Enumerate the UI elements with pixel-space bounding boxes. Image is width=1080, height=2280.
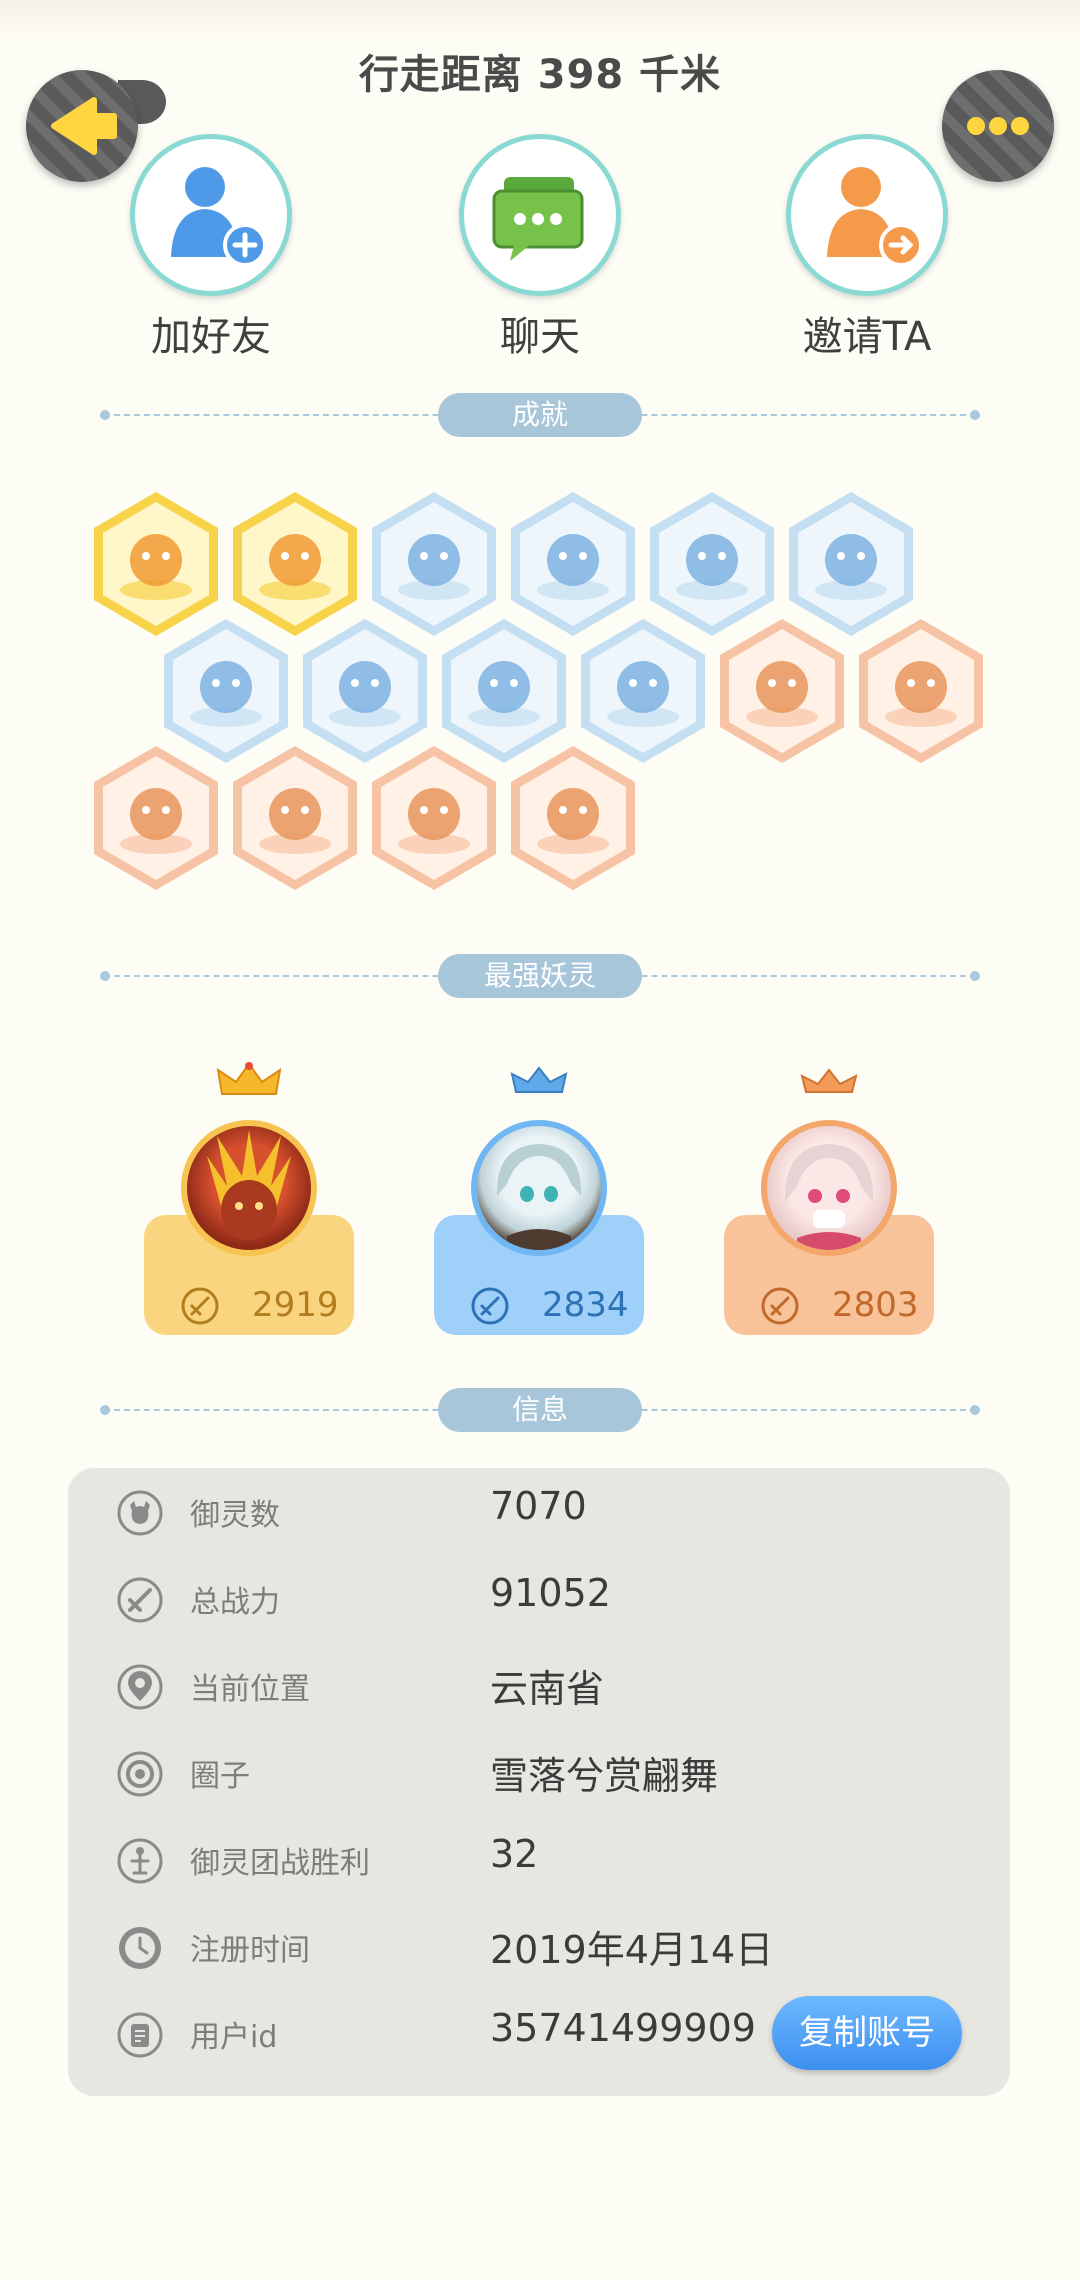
achievement-badge-icon (511, 492, 635, 636)
chat-label: 聊天 (500, 314, 580, 360)
invite-icon-ring (786, 134, 948, 296)
crown-icon (216, 1062, 282, 1095)
champion-power: 2834 (542, 1285, 629, 1325)
achievement-badge[interactable] (507, 744, 639, 892)
achievement-badge[interactable] (577, 617, 709, 765)
achievement-badge[interactable] (229, 744, 361, 892)
info-value: 云南省 (490, 1667, 605, 1711)
chat-bubble-icon (492, 177, 584, 261)
sword-icon (181, 1287, 219, 1325)
achievement-badge[interactable] (90, 744, 222, 892)
info-value: 32 (490, 1832, 539, 1876)
invite-label: 邀请TA (802, 314, 932, 360)
add-friend-icon (171, 167, 267, 267)
info-row: 圈子 雪落兮赏翩舞 (68, 1729, 1010, 1816)
location-icon (117, 1664, 163, 1710)
sword-icon (471, 1287, 509, 1325)
info-panel: 御灵数 7070 总战力 91052 当前位置 云南省 圈子 雪落兮赏翩舞 御灵… (68, 1468, 1010, 2096)
clock-icon (119, 1927, 161, 1969)
crown-icon (800, 1068, 858, 1093)
info-value: 35741499909 (490, 2006, 756, 2050)
sword-icon (761, 1287, 799, 1325)
info-value: 雪落兮赏翩舞 (490, 1754, 719, 1798)
achievement-badge[interactable] (229, 490, 361, 638)
achievement-badge-icon (581, 619, 705, 763)
info-separator: 信息 (100, 1388, 980, 1432)
achievement-badge-icon (233, 492, 357, 636)
info-value: 91052 (490, 1571, 611, 1615)
champion-power: 2803 (832, 1285, 919, 1325)
champion-portrait (761, 1120, 897, 1256)
info-heading: 信息 (438, 1388, 642, 1432)
crown-icon (510, 1066, 568, 1093)
silver-hair-girl-avatar (496, 1144, 582, 1250)
achievement-badge-icon (94, 492, 218, 636)
achievement-badge-icon (650, 492, 774, 636)
circle-icon (117, 1751, 163, 1797)
info-row: 御灵团战胜利 32 (68, 1816, 1010, 1903)
achievement-badge[interactable] (368, 744, 500, 892)
achievement-badge[interactable] (855, 617, 987, 765)
chat-icon-ring (459, 134, 621, 296)
info-key: 圈子 (190, 1759, 250, 1794)
strongest-separator: 最强妖灵 (100, 954, 980, 998)
top-fade (0, 0, 1080, 40)
info-row: 当前位置 云南省 (68, 1642, 1010, 1729)
chat-button[interactable]: 聊天 (420, 134, 660, 362)
achievement-badge[interactable] (716, 617, 848, 765)
achievement-badge-icon (303, 619, 427, 763)
achievement-badge[interactable] (438, 617, 570, 765)
achievement-badge[interactable] (785, 490, 917, 638)
info-row: 总战力 91052 (68, 1555, 1010, 1642)
info-value: 2019年4月14日 (490, 1928, 774, 1972)
champion-portrait (181, 1120, 317, 1256)
achievement-badge-icon (372, 746, 496, 890)
info-key: 当前位置 (190, 1672, 310, 1707)
add-friend-button[interactable]: 加好友 (91, 134, 331, 362)
achievement-badge-icon (720, 619, 844, 763)
invite-button[interactable]: 邀请TA (747, 134, 987, 362)
id-card-icon (117, 2012, 163, 2058)
achievement-badge-icon (372, 492, 496, 636)
add-friend-label: 加好友 (151, 314, 271, 360)
pink-hair-girl-avatar (784, 1144, 874, 1250)
info-row: 注册时间 2019年4月14日 (68, 1903, 1010, 1990)
achievement-badge-icon (859, 619, 983, 763)
champion-card[interactable]: 2834 (434, 1060, 644, 1340)
achievement-badge-icon (94, 746, 218, 890)
achievement-badge[interactable] (368, 490, 500, 638)
info-key: 御灵数 (190, 1498, 280, 1533)
champion-card[interactable]: 2803 (724, 1060, 934, 1340)
info-key: 注册时间 (190, 1933, 310, 1968)
trophy-icon (117, 1838, 163, 1884)
info-key: 用户id (190, 2020, 278, 2055)
info-value: 7070 (490, 1484, 587, 1528)
achievement-badge[interactable] (160, 617, 292, 765)
champion-card[interactable]: 2919 (144, 1060, 354, 1340)
invite-icon (827, 167, 923, 267)
strongest-heading: 最强妖灵 (438, 954, 642, 998)
achievement-badge-icon (511, 746, 635, 890)
achievement-badge[interactable] (646, 490, 778, 638)
info-row: 御灵数 7070 (68, 1468, 1010, 1555)
add-friend-icon-ring (130, 134, 292, 296)
achievement-badge-icon (789, 492, 913, 636)
champion-portrait (471, 1120, 607, 1256)
champion-power: 2919 (252, 1285, 339, 1325)
spirit-icon (117, 1490, 163, 1536)
sword-icon (117, 1577, 163, 1623)
info-key: 御灵团战胜利 (190, 1846, 370, 1881)
achievements-heading: 成就 (438, 393, 642, 437)
copy-account-button[interactable]: 复制账号 (772, 1996, 962, 2070)
achievement-badge-icon (442, 619, 566, 763)
achievement-badge-icon (164, 619, 288, 763)
achievement-badge[interactable] (299, 617, 431, 765)
info-key: 总战力 (190, 1585, 280, 1620)
achievements-separator: 成就 (100, 393, 980, 437)
achievement-badge-icon (233, 746, 357, 890)
achievement-badge[interactable] (507, 490, 639, 638)
achievement-badge[interactable] (90, 490, 222, 638)
fire-monkey-avatar (207, 1130, 291, 1240)
